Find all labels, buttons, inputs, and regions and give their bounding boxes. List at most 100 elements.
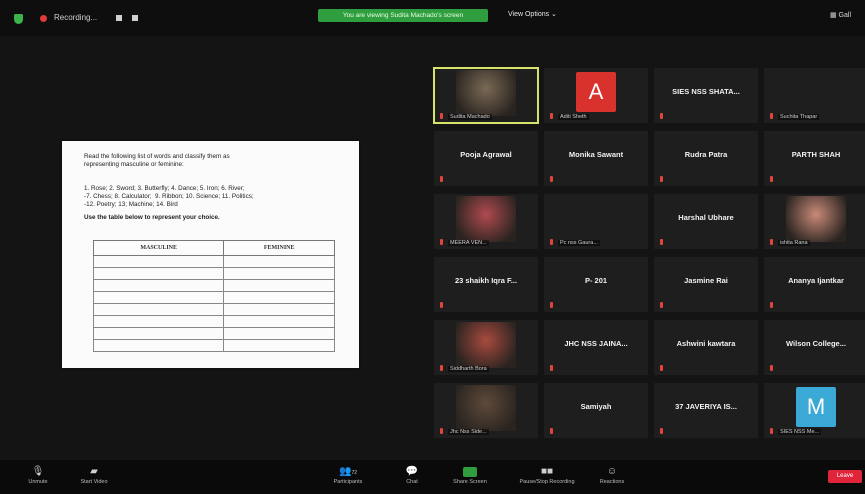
participant-name: ishita Rana (778, 240, 810, 246)
participant-tile[interactable]: Siddharth Bora (434, 320, 538, 375)
meeting-window: Recording... You are viewing Sudita Mach… (0, 0, 865, 494)
mic-muted-icon (550, 113, 553, 119)
mic-muted-icon (660, 239, 663, 245)
participant-tile[interactable]: Ananya Ijantkar (764, 257, 865, 312)
mic-muted-icon (770, 176, 773, 182)
mic-muted-icon (660, 365, 663, 371)
words-line-2: -7. Chess; 8. Calculator; 9. Ribbon; 10.… (84, 193, 254, 200)
participant-tile[interactable]: Wilson College... (764, 320, 865, 375)
start-video-label: Start Video (80, 479, 108, 485)
participant-name: Samiyah (580, 402, 612, 411)
participant-name: Pc nss Gaura... (558, 240, 600, 246)
participant-tile[interactable]: Sudita Machado (433, 67, 539, 124)
participant-name: 23 shaikh Iqra F... (454, 276, 518, 285)
participants-icon: 👥72 (338, 466, 357, 477)
participant-tile[interactable]: 23 shaikh Iqra F... (434, 257, 538, 312)
participant-name: Harshal Ubhare (678, 213, 734, 222)
participant-name: Wilson College... (786, 339, 846, 348)
reactions-label: Reactions (599, 479, 625, 485)
participant-name: PARTH SHAH (791, 150, 841, 159)
reactions-icon: ☺ (606, 466, 618, 477)
table-row (92, 255, 335, 268)
participant-tile[interactable]: Pooja Agrawal (434, 131, 538, 186)
participant-tile[interactable]: Ashwini kawtara (654, 320, 758, 375)
instruction-line-1: Read the following list of words and cla… (84, 153, 230, 160)
mic-muted-icon (440, 428, 443, 434)
screen-share-banner: You are viewing Sudita Machado's screen (318, 9, 488, 22)
mic-muted-icon (550, 428, 553, 434)
participant-name: Siddharth Bora (448, 366, 489, 372)
classification-table: MASCULINE FEMININE (92, 240, 335, 352)
reactions-button[interactable]: ☺ Reactions (582, 463, 642, 493)
participants-count: 72 (351, 470, 357, 476)
chat-label: Chat (406, 479, 418, 485)
security-shield-icon[interactable] (14, 14, 23, 24)
participant-tile[interactable]: Rudra Patra (654, 131, 758, 186)
pause-recording-icon[interactable] (116, 15, 122, 21)
words-line-1: 1. Rose; 2. Sword; 3. Butterfly; 4. Danc… (84, 185, 245, 192)
participant-video (456, 196, 516, 242)
participant-name: 37 JAVERIYA IS... (675, 402, 737, 411)
meeting-toolbar: 🎙 Unmute ▰ Start Video 👥72 Participants … (0, 460, 865, 494)
table-row (92, 303, 335, 316)
participants-button[interactable]: 👥72 Participants (318, 463, 378, 493)
unmute-button[interactable]: 🎙 Unmute (8, 463, 68, 493)
table-row (92, 315, 335, 328)
table-row (92, 279, 335, 292)
table-row (92, 327, 335, 340)
participant-name: MEERA VEN... (448, 240, 489, 246)
participant-name: Ashwini kawtara (676, 339, 736, 348)
participant-tile[interactable]: M SIES NSS Me... (764, 383, 865, 438)
participant-tile[interactable]: Jhc Nss Side... (434, 383, 538, 438)
participant-name: Sudita Machado (448, 114, 492, 120)
participant-tile[interactable]: MEERA VEN... (434, 194, 538, 249)
participant-tile[interactable]: Monika Sawant (544, 131, 648, 186)
microphone-muted-icon: 🎙 (31, 466, 45, 477)
participant-tile[interactable]: A Aditi Sheth (544, 68, 648, 123)
mic-muted-icon (770, 302, 773, 308)
participant-name: SIES NSS SHATA... (672, 87, 740, 96)
start-video-button[interactable]: ▰ Start Video (64, 463, 124, 493)
mic-muted-icon (770, 239, 773, 245)
chat-button[interactable]: 💬 Chat (382, 463, 442, 493)
leave-button[interactable]: Leave (828, 470, 862, 483)
participant-name: Jhc Nss Side... (448, 429, 489, 435)
gallery-view-button[interactable]: ▦ Gall (830, 11, 851, 19)
share-screen-button[interactable]: Share Screen (440, 463, 500, 493)
mic-muted-icon (440, 176, 443, 182)
participant-name: Rudra Patra (684, 150, 728, 159)
participant-tile[interactable]: Harshal Ubhare (654, 194, 758, 249)
recording-icon (40, 15, 47, 22)
participant-name: Pooja Agrawal (460, 150, 512, 159)
participant-tile[interactable]: Samiyah (544, 383, 648, 438)
mic-muted-icon (440, 365, 443, 371)
participant-video (456, 322, 516, 368)
participant-tile[interactable]: Suchita Thapar (764, 68, 865, 123)
participant-tile[interactable]: SIES NSS SHATA... (654, 68, 758, 123)
participant-tile[interactable]: PARTH SHAH (764, 131, 865, 186)
participant-tile[interactable]: P- 201 (544, 257, 648, 312)
participant-video (786, 196, 846, 242)
participant-tile[interactable]: Jasmine Rai (654, 257, 758, 312)
participant-name: P- 201 (584, 276, 608, 285)
mic-muted-icon (440, 302, 443, 308)
pause-stop-recording-button[interactable]: ■■ Pause/Stop Recording (512, 463, 582, 493)
pause-stop-icon: ■■ (540, 466, 554, 477)
participant-tile[interactable]: 37 JAVERIYA IS... (654, 383, 758, 438)
participants-label: Participants (333, 479, 363, 485)
instruction-line-2: representing masculine or feminine: (84, 161, 184, 168)
participant-name: Ananya Ijantkar (788, 276, 844, 285)
unmute-label: Unmute (28, 479, 48, 485)
mic-muted-icon (440, 113, 443, 119)
video-off-icon: ▰ (90, 466, 98, 477)
view-options-button[interactable]: View Options ⌄ (508, 10, 557, 18)
participant-tile[interactable]: ishita Rana (764, 194, 865, 249)
participant-avatar: A (576, 72, 616, 112)
participant-tile[interactable]: Pc nss Gaura... (544, 194, 648, 249)
stop-recording-icon[interactable] (132, 15, 138, 21)
participant-tile[interactable]: JHC NSS JAINA... (544, 320, 648, 375)
participant-name: JHC NSS JAINA... (564, 339, 628, 348)
mic-muted-icon (550, 239, 553, 245)
mic-muted-icon (550, 302, 553, 308)
mic-muted-icon (660, 302, 663, 308)
